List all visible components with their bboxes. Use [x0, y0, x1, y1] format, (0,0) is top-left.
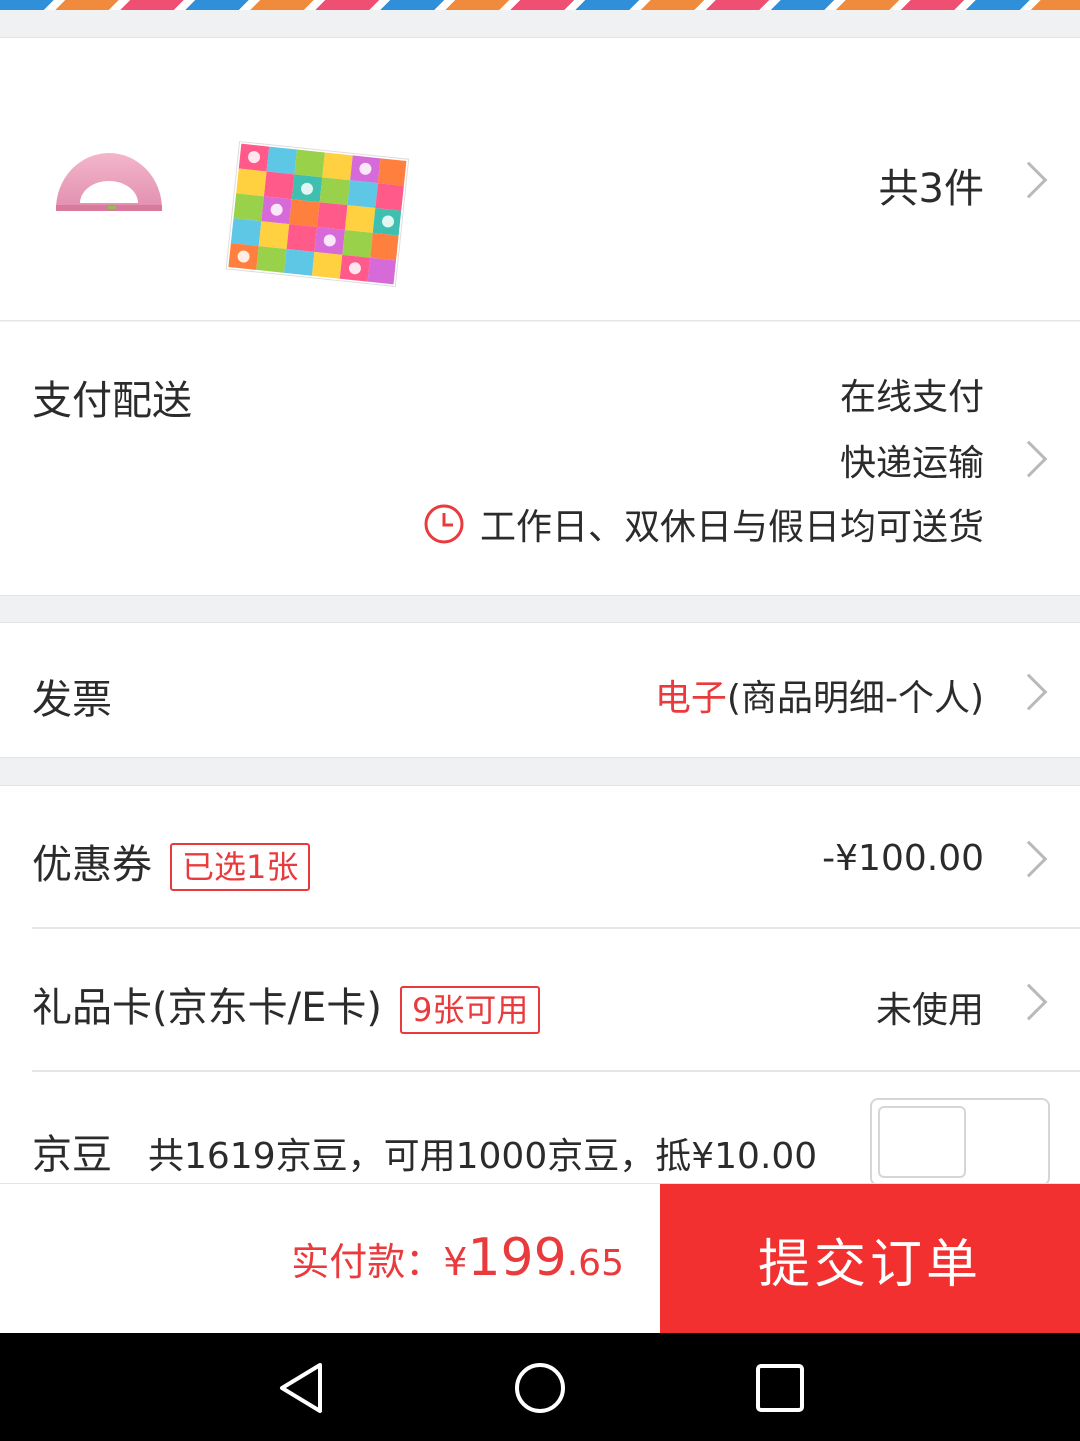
gift-card-label: 礼品卡(京东卡/E卡)	[32, 985, 382, 1031]
submit-order-button[interactable]: 提交订单	[660, 1184, 1080, 1334]
top-spacer	[0, 12, 1080, 38]
system-nav-bar	[0, 1333, 1080, 1441]
coupon-value: -¥100.00	[822, 838, 984, 879]
clock-icon	[424, 504, 464, 544]
airmail-border	[0, 0, 1080, 10]
product-count: 共3件	[878, 166, 984, 212]
discount-section: 优惠券 已选1张 -¥100.00 礼品卡(京东卡/E卡) 9张可用 未使用 京豆共…	[0, 785, 1080, 1186]
payment-method: 在线支付	[839, 377, 984, 418]
jingdou-line: 京豆 共1619京豆，可用1000京豆，抵¥10.00	[32, 1122, 817, 1180]
chevron-right-icon[interactable]	[1010, 673, 1048, 711]
jingdou-toggle[interactable]	[870, 1098, 1050, 1186]
invoice-value: 电子(商品明细-个人)	[655, 669, 984, 721]
invoice-label: 发票	[32, 677, 112, 723]
gift-card-badge: 9张可用	[399, 986, 541, 1034]
gift-card-row[interactable]: 礼品卡(京东卡/E卡) 9张可用 未使用	[0, 929, 1080, 1071]
payment-delivery-label: 支付配送	[32, 378, 192, 424]
gift-card-value: 未使用	[875, 990, 984, 1031]
product-image-pink-ruler[interactable]	[50, 143, 168, 218]
total-decimal: .65	[566, 1243, 624, 1284]
total-integer: 199	[467, 1228, 567, 1288]
coupon-label: 优惠券	[32, 842, 152, 888]
total-payment: 实付款：¥199.65	[291, 1228, 624, 1288]
toggle-knob	[878, 1106, 966, 1178]
nav-back-icon[interactable]	[276, 1361, 326, 1415]
coupon-row[interactable]: 优惠券 已选1张 -¥100.00	[0, 786, 1080, 928]
jingdou-row: 京豆 共1619京豆，可用1000京豆，抵¥10.00	[0, 1072, 1080, 1186]
total-label: 实付款：	[291, 1240, 444, 1284]
invoice-detail: (商品明细-个人)	[726, 678, 984, 719]
product-image-play-mat[interactable]	[222, 138, 412, 298]
invoice-type: 电子	[654, 678, 727, 719]
chevron-right-icon[interactable]	[1010, 161, 1048, 199]
delivery-method: 快递运输	[839, 443, 984, 484]
delivery-time-line: 工作日、双休日与假日均可送货	[422, 498, 984, 550]
nav-home-icon[interactable]	[513, 1361, 567, 1415]
coupon-label-line: 优惠券 已选1张	[32, 832, 311, 891]
payment-delivery-row[interactable]: 支付配送 在线支付 快递运输 工作日、双休日与假日均可送货	[0, 322, 1080, 596]
invoice-row[interactable]: 发票 电子(商品明细-个人)	[0, 622, 1080, 758]
checkout-bar: 实付款：¥199.65 提交订单	[0, 1183, 1080, 1334]
gift-card-label-line: 礼品卡(京东卡/E卡) 9张可用	[32, 975, 541, 1034]
coupon-badge: 已选1张	[170, 843, 311, 891]
product-list-row[interactable]: 共3件	[0, 38, 1080, 321]
total-currency: ¥	[443, 1240, 468, 1284]
chevron-right-icon[interactable]	[1010, 840, 1048, 878]
delivery-time: 工作日、双休日与假日均可送货	[479, 507, 984, 548]
jingdou-detail: 共1619京豆，可用1000京豆，抵¥10.00	[148, 1136, 818, 1177]
jingdou-label: 京豆	[32, 1132, 112, 1178]
nav-recents-icon[interactable]	[755, 1363, 805, 1413]
chevron-right-icon[interactable]	[1010, 440, 1048, 478]
chevron-right-icon[interactable]	[1010, 983, 1048, 1021]
